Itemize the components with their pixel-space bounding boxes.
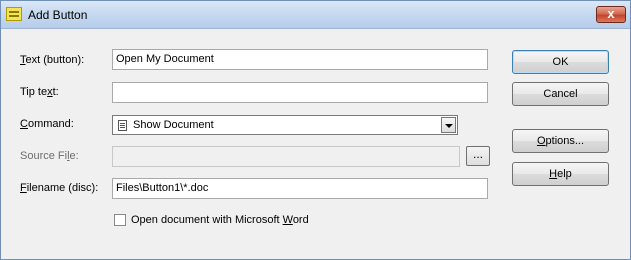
filename-label: Filename (disc): xyxy=(20,182,99,194)
document-icon xyxy=(118,120,127,131)
tip-text-input[interactable] xyxy=(112,82,488,103)
source-file-input xyxy=(112,146,460,167)
text-button-label: Text (button): xyxy=(20,54,85,66)
app-icon xyxy=(6,7,22,21)
browse-button[interactable]: ... xyxy=(466,146,490,166)
cancel-button[interactable]: Cancel xyxy=(512,82,609,106)
title-bar: Add Button x xyxy=(1,1,630,29)
help-button[interactable]: Help xyxy=(512,162,609,186)
chevron-down-icon[interactable] xyxy=(441,117,456,133)
source-file-label: Source File: xyxy=(20,150,79,162)
window-title: Add Button xyxy=(28,8,88,22)
add-button-dialog: Add Button x Text (button): Open My Docu… xyxy=(0,0,631,260)
open-with-word-checkbox[interactable] xyxy=(114,214,126,226)
text-button-input[interactable]: Open My Document xyxy=(112,49,488,70)
open-with-word-label[interactable]: Open document with Microsoft Word xyxy=(131,212,309,228)
tip-text-label: Tip text: xyxy=(20,86,59,98)
ok-button[interactable]: OK xyxy=(512,50,609,74)
options-button[interactable]: Options... xyxy=(512,129,609,153)
filename-input[interactable]: Files\Button1\*.doc xyxy=(112,178,488,199)
command-select[interactable]: Show Document xyxy=(112,115,458,135)
command-value: Show Document xyxy=(133,119,214,131)
command-label: Command: xyxy=(20,118,74,130)
close-button[interactable]: x xyxy=(596,6,626,23)
